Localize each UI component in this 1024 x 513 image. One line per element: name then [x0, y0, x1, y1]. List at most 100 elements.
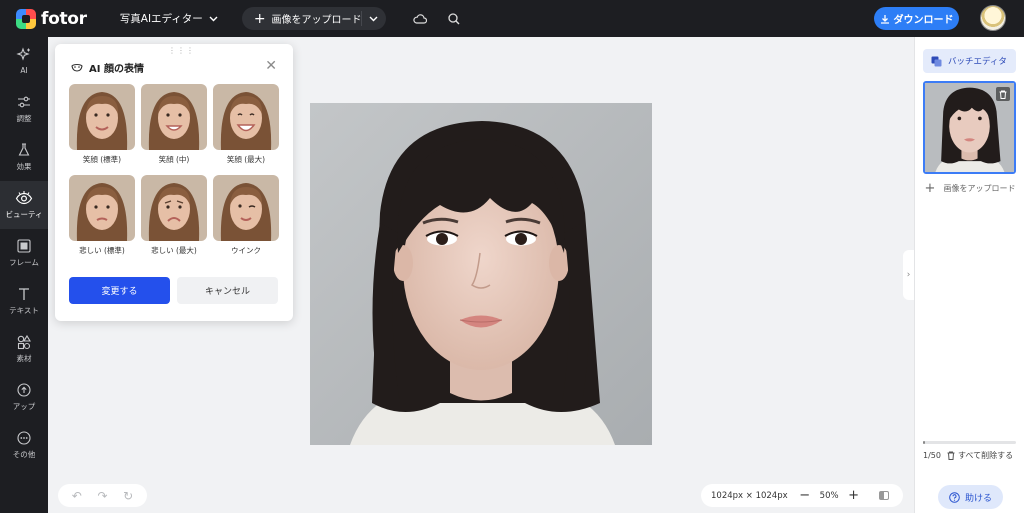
rail-label: 調整 [16, 114, 32, 123]
redo-icon[interactable]: ↷ [97, 489, 107, 503]
panel-title: AI 顔の表情 [71, 60, 144, 75]
rail-label: ビューティ [5, 210, 43, 219]
chevron-right-icon[interactable]: › [903, 250, 914, 300]
image-thumbnail[interactable] [923, 81, 1016, 174]
trash-icon[interactable] [996, 87, 1010, 101]
right-panel: バッチエディタ + 画像をアップロード 1/50 すべて削除する 助ける [914, 37, 1024, 513]
rail-label: アップ [12, 402, 36, 411]
help-button[interactable]: 助ける [938, 485, 1003, 509]
sliders-icon [18, 96, 30, 108]
flask-icon [18, 143, 30, 156]
batch-editor-button[interactable]: バッチエディタ [923, 49, 1016, 73]
rail-label: テキスト [9, 306, 39, 315]
elements-icon [17, 334, 31, 350]
apply-button[interactable]: 変更する [69, 277, 170, 304]
expression-grid: 笑顔 (標準) 笑顔 (中) 笑顔 (最大) 悲しい (標準) 悲しい (最大) [69, 84, 279, 256]
help-label: 助ける [964, 493, 992, 504]
expression-thumbnail [69, 84, 135, 150]
more-icon [17, 431, 31, 445]
download-label: ダウンロード [893, 15, 954, 26]
main-photo[interactable] [310, 103, 652, 445]
zoom-percent[interactable]: 50% [820, 491, 839, 501]
rail-item-elements[interactable]: 素材 [0, 325, 48, 373]
panel-title-text: AI 顔の表情 [89, 64, 144, 75]
rail-item-more[interactable]: その他 [0, 421, 48, 469]
fotor-logo[interactable]: fotor [16, 8, 87, 29]
expression-wink[interactable]: ウインク [213, 175, 279, 256]
face-mask-icon [71, 63, 83, 72]
upload-image-label: 画像をアップロード [271, 15, 362, 26]
progress-fill [923, 441, 925, 444]
expression-thumbnail [213, 175, 279, 241]
batch-editor-label: バッチエディタ [948, 57, 1007, 67]
layers-icon [931, 56, 942, 66]
rail-label: フレーム [9, 258, 39, 267]
sparkle-icon [16, 47, 30, 61]
image-count-progress [923, 441, 1016, 444]
rail-item-upload[interactable]: アップ [0, 373, 48, 421]
download-icon [880, 14, 889, 24]
zoom-out-button[interactable]: − [798, 488, 812, 503]
image-count: 1/50 [923, 451, 941, 460]
cloud-icon[interactable] [412, 11, 428, 27]
add-image-label: 画像をアップロード [943, 184, 1016, 193]
plus-icon: + [253, 10, 266, 27]
download-button[interactable]: ダウンロード [874, 7, 959, 30]
rail-label: 素材 [16, 354, 32, 363]
plus-icon: + [924, 181, 936, 196]
help-icon [949, 491, 960, 503]
search-icon[interactable] [446, 11, 462, 27]
frame-icon [17, 239, 31, 253]
compare-icon[interactable] [878, 491, 889, 500]
ai-expression-panel: ⋮⋮⋮ AI 顔の表情 ✕ 笑顔 (標準) 笑顔 (中) 笑顔 (最大) 悲しい… [55, 44, 293, 321]
expression-thumbnail [141, 175, 207, 241]
expression-thumbnail [213, 84, 279, 150]
canvas-dimensions: 1024px × 1024px [711, 490, 788, 501]
expression-sad-max[interactable]: 悲しい (最大) [141, 175, 207, 256]
expression-label: 悲しい (最大) [151, 246, 197, 255]
expression-smile-max[interactable]: 笑顔 (最大) [213, 84, 279, 165]
delete-all-button[interactable]: すべて削除する [947, 450, 1013, 461]
trash-icon [947, 451, 955, 460]
expression-label: 悲しい (標準) [79, 246, 125, 255]
chevron-down-icon [209, 16, 218, 21]
portrait-image [310, 103, 652, 445]
rail-label: AI [20, 66, 28, 75]
zoom-in-button[interactable]: + [847, 488, 861, 503]
undo-icon[interactable]: ↶ [72, 489, 82, 503]
editor-menu[interactable]: 写真AIエディター [120, 11, 218, 26]
editor-menu-label: 写真AIエディター [119, 13, 203, 25]
expression-smile-medium[interactable]: 笑顔 (中) [141, 84, 207, 165]
close-icon[interactable]: ✕ [265, 58, 277, 74]
expression-label: ウインク [231, 246, 261, 255]
eye-icon [15, 191, 33, 205]
rail-item-beauty[interactable]: ビューティ [0, 181, 48, 229]
logo-icon [16, 8, 36, 29]
logo-text: fotor [41, 8, 87, 29]
rail-item-ai[interactable]: AI [0, 37, 48, 85]
image-count-row: 1/50 すべて削除する [923, 450, 1023, 461]
cancel-button[interactable]: キャンセル [177, 277, 278, 304]
expression-label: 笑顔 (最大) [226, 155, 266, 164]
rail-label: その他 [12, 450, 36, 459]
expression-thumbnail [69, 175, 135, 241]
text-icon [19, 288, 29, 300]
rail-item-adjust[interactable]: 調整 [0, 85, 48, 133]
divider [360, 11, 362, 26]
top-bar: fotor 写真AIエディター + 画像をアップロード ダウンロード [0, 0, 1024, 37]
zoom-bar: 1024px × 1024px − 50% + [701, 484, 903, 507]
expression-smile-standard[interactable]: 笑顔 (標準) [69, 84, 135, 165]
user-avatar[interactable] [980, 5, 1006, 31]
expression-sad-standard[interactable]: 悲しい (標準) [69, 175, 135, 256]
history-controls: ↶ ↷ ↻ [58, 484, 147, 507]
rail-item-effects[interactable]: 効果 [0, 133, 48, 181]
chevron-down-icon[interactable] [369, 11, 378, 26]
upload-image-button[interactable]: + 画像をアップロード [241, 7, 386, 30]
add-image-button[interactable]: + 画像をアップロード [923, 178, 1016, 200]
drag-handle[interactable]: ⋮⋮⋮ [168, 46, 195, 55]
rail-item-frame[interactable]: フレーム [0, 229, 48, 277]
reset-icon[interactable]: ↻ [123, 489, 133, 503]
rail-item-text[interactable]: テキスト [0, 277, 48, 325]
delete-all-label: すべて削除する [957, 451, 1014, 460]
left-toolbar: AI 調整 効果 ビューティ フレーム テキスト 素材 アップ その他 [0, 37, 48, 513]
